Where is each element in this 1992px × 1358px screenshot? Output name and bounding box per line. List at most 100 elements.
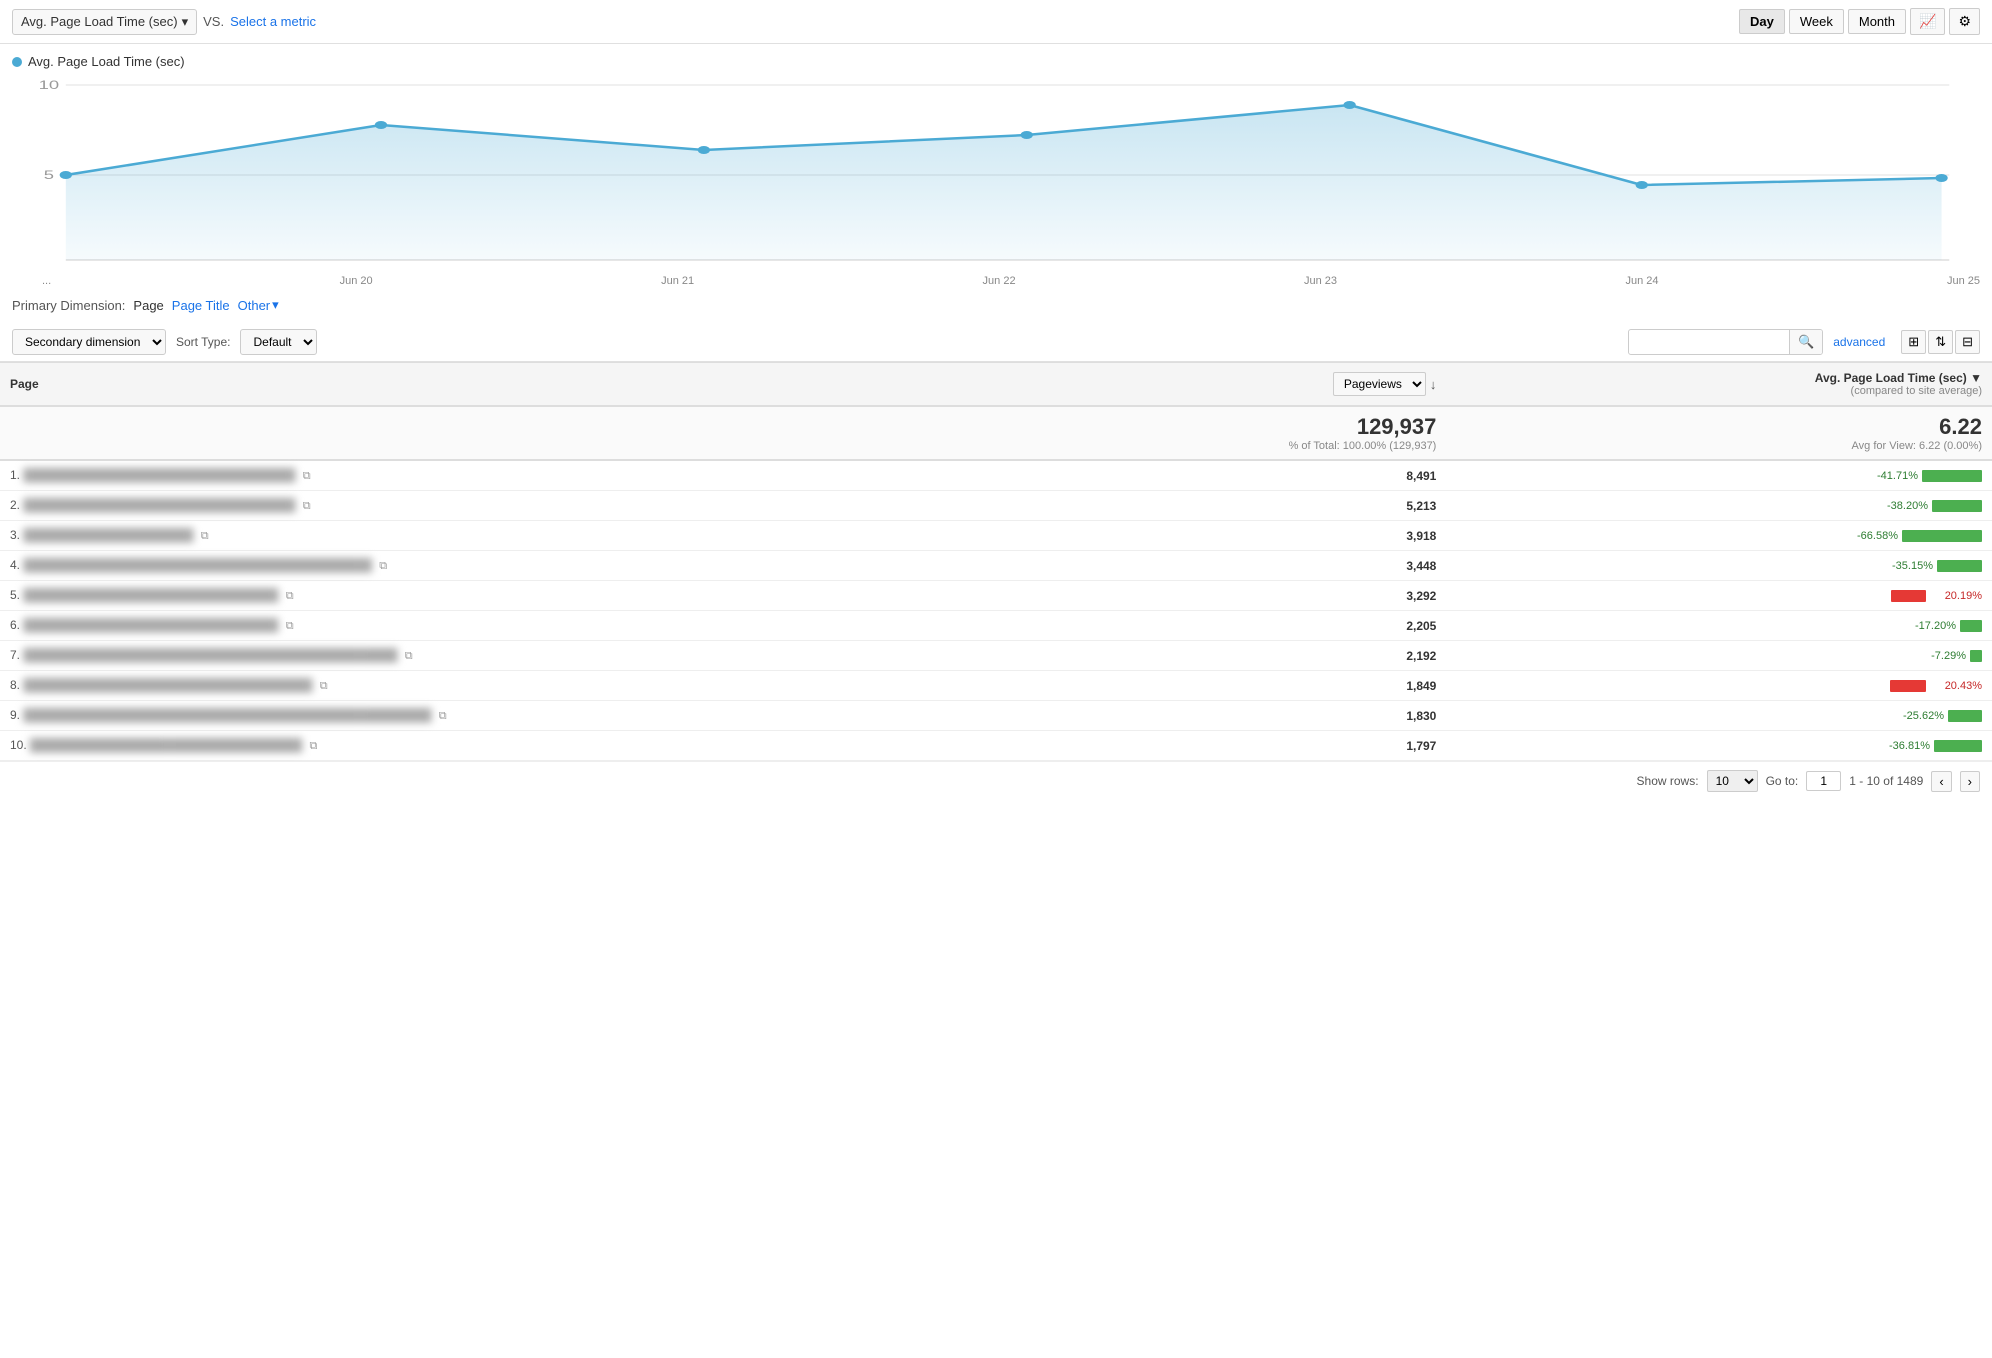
top-bar: Avg. Page Load Time (sec) ▾ VS. Select a… [0, 0, 1992, 44]
metric-dropdown[interactable]: Avg. Page Load Time (sec) ▾ [12, 9, 197, 35]
chart-x-labels: ... Jun 20 Jun 21 Jun 22 Jun 23 Jun 24 J… [12, 275, 1980, 287]
load-col-sub: (compared to site average) [1456, 385, 1982, 397]
row-10-load: -36.81% [1446, 731, 1992, 761]
copy-icon[interactable]: ⧉ [379, 560, 387, 572]
row-8-load: 20.43% [1446, 671, 1992, 701]
table-row: 10. ████████████████████████████████ ⧉ 1… [0, 731, 1992, 761]
copy-icon[interactable]: ⧉ [286, 620, 294, 632]
row-8-pageviews: 1,849 [1096, 671, 1447, 701]
copy-icon[interactable]: ⧉ [309, 740, 317, 752]
load-col-label: Avg. Page Load Time (sec) ▼ [1456, 371, 1982, 385]
prev-page-button[interactable]: ‹ [1931, 771, 1951, 792]
row-6-pageviews: 2,205 [1096, 611, 1447, 641]
x-label-jun22: Jun 22 [983, 275, 1016, 287]
row-4-pageviews: 3,448 [1096, 551, 1447, 581]
chart-svg: 10 5 [12, 75, 1980, 275]
copy-icon[interactable]: ⧉ [303, 470, 311, 482]
advanced-link[interactable]: advanced [1833, 335, 1885, 349]
x-label-dots: ... [42, 275, 51, 287]
select-metric-link[interactable]: Select a metric [230, 14, 316, 29]
summary-row: 129,937 % of Total: 100.00% (129,937) 6.… [0, 406, 1992, 460]
row-2-page: 2. ████████████████████████████████ ⧉ [0, 491, 1096, 521]
svg-text:5: 5 [44, 169, 54, 182]
row-7-page: 7. █████████████████████████████████████… [0, 641, 1096, 671]
table-row: 7. █████████████████████████████████████… [0, 641, 1992, 671]
row-1-load: -41.71% [1446, 460, 1992, 491]
time-buttons: Day Week Month 📈 ⚙ [1739, 8, 1980, 35]
pivot-view-button[interactable]: ⊟ [1955, 330, 1980, 354]
row-7-load: -7.29% [1446, 641, 1992, 671]
primary-dimension-label: Primary Dimension: [12, 298, 125, 313]
view-icons: ⊞ ⇅ ⊟ [1901, 330, 1980, 354]
dimension-page-title[interactable]: Page Title [172, 298, 230, 313]
pageviews-select[interactable]: Pageviews [1333, 372, 1426, 396]
show-rows-select[interactable]: 10 25 50 100 500 [1707, 770, 1758, 792]
search-input[interactable] [1629, 331, 1789, 353]
show-rows-label: Show rows: [1637, 774, 1699, 788]
grid-view-button[interactable]: ⊞ [1901, 330, 1926, 354]
next-page-button[interactable]: › [1960, 771, 1980, 792]
table-row: 6. ██████████████████████████████ ⧉ 2,20… [0, 611, 1992, 641]
secondary-dimension-select[interactable]: Secondary dimension [12, 329, 166, 355]
pie-chart-button[interactable]: ⚙ [1949, 8, 1980, 35]
row-2-pageviews: 5,213 [1096, 491, 1447, 521]
legend-dot [12, 57, 22, 67]
x-label-jun21: Jun 21 [661, 275, 694, 287]
row-3-page: 3. ████████████████████ ⧉ [0, 521, 1096, 551]
row-10-page: 10. ████████████████████████████████ ⧉ [0, 731, 1096, 761]
x-label-jun20: Jun 20 [340, 275, 373, 287]
row-4-load: -35.15% [1446, 551, 1992, 581]
copy-icon[interactable]: ⧉ [320, 680, 328, 692]
summary-pageviews: 129,937 % of Total: 100.00% (129,937) [1096, 406, 1447, 460]
row-4-page: 4. █████████████████████████████████████… [0, 551, 1096, 581]
table-row: 3. ████████████████████ ⧉ 3,918 -66.58% [0, 521, 1992, 551]
metric-selector: Avg. Page Load Time (sec) ▾ VS. Select a… [12, 9, 316, 35]
x-label-jun23: Jun 23 [1304, 275, 1337, 287]
copy-icon[interactable]: ⧉ [303, 500, 311, 512]
comparison-view-button[interactable]: ⇅ [1928, 330, 1953, 354]
row-7-pageviews: 2,192 [1096, 641, 1447, 671]
row-9-pageviews: 1,830 [1096, 701, 1447, 731]
row-6-load: -17.20% [1446, 611, 1992, 641]
row-5-page: 5. ██████████████████████████████ ⧉ [0, 581, 1096, 611]
goto-label: Go to: [1766, 774, 1799, 788]
pageviews-sort-icon[interactable]: ↓ [1430, 377, 1437, 392]
col-header-load: Avg. Page Load Time (sec) ▼ (compared to… [1446, 363, 1992, 407]
sort-type-select[interactable]: Default [240, 329, 317, 355]
other-label: Other [238, 298, 271, 313]
goto-input[interactable] [1806, 771, 1841, 791]
copy-icon[interactable]: ⧉ [405, 650, 413, 662]
search-button[interactable]: 🔍 [1789, 330, 1822, 354]
search-box: 🔍 [1628, 329, 1823, 355]
table-row: 1. ████████████████████████████████ ⧉ 8,… [0, 460, 1992, 491]
dimension-other[interactable]: Other ▾ [238, 297, 279, 313]
row-1-page: 1. ████████████████████████████████ ⧉ [0, 460, 1096, 491]
row-3-pageviews: 3,918 [1096, 521, 1447, 551]
copy-icon[interactable]: ⧉ [439, 710, 447, 722]
col-header-page: Page [0, 363, 1096, 407]
metric-label: Avg. Page Load Time (sec) [21, 14, 178, 29]
day-button[interactable]: Day [1739, 9, 1785, 34]
copy-icon[interactable]: ⧉ [201, 530, 209, 542]
dimension-page[interactable]: Page [133, 298, 163, 313]
week-button[interactable]: Week [1789, 9, 1844, 34]
primary-dimension-bar: Primary Dimension: Page Page Title Other… [0, 287, 1992, 323]
pagination-bar: Show rows: 10 25 50 100 500 Go to: 1 - 1… [0, 761, 1992, 800]
row-8-page: 8. ██████████████████████████████████ ⧉ [0, 671, 1096, 701]
dropdown-arrow-icon: ▾ [182, 14, 189, 30]
page-range: 1 - 10 of 1489 [1849, 774, 1923, 788]
month-button[interactable]: Month [1848, 9, 1906, 34]
row-2-load: -38.20% [1446, 491, 1992, 521]
secondary-controls: Secondary dimension Sort Type: Default 🔍… [0, 323, 1992, 362]
sort-type-label: Sort Type: [176, 335, 230, 349]
line-chart-button[interactable]: 📈 [1910, 8, 1945, 35]
table-row: 8. ██████████████████████████████████ ⧉ … [0, 671, 1992, 701]
chart-area: Avg. Page Load Time (sec) 10 5 [0, 44, 1992, 287]
row-10-pageviews: 1,797 [1096, 731, 1447, 761]
row-5-pageviews: 3,292 [1096, 581, 1447, 611]
row-6-page: 6. ██████████████████████████████ ⧉ [0, 611, 1096, 641]
row-5-load: 20.19% [1446, 581, 1992, 611]
x-label-jun24: Jun 24 [1625, 275, 1658, 287]
copy-icon[interactable]: ⧉ [286, 590, 294, 602]
table-row: 4. █████████████████████████████████████… [0, 551, 1992, 581]
